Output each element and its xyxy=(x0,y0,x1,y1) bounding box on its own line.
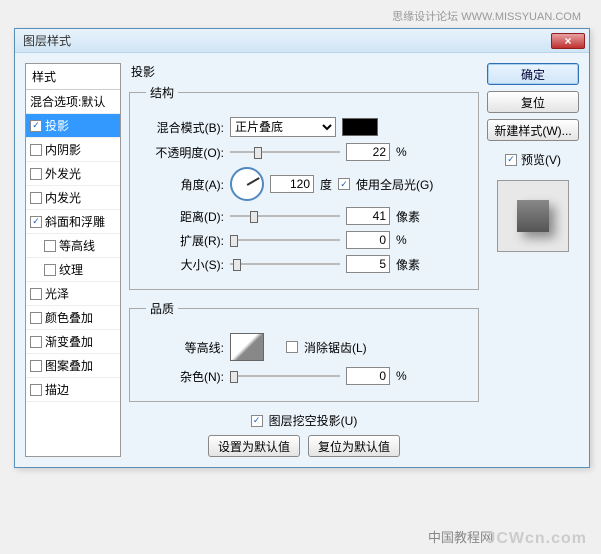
main-panel: 投影 结构 混合模式(B): 正片叠底 不透明度(O): % xyxy=(129,63,479,457)
style-item-label: 渐变叠加 xyxy=(45,333,93,350)
watermark-bottom-en: JCWcn.com xyxy=(486,530,587,548)
style-item-outer-glow[interactable]: 外发光 xyxy=(26,162,120,186)
section-title: 投影 xyxy=(129,63,479,80)
style-list: 样式 混合选项:默认 投影 内阴影 外发光 内发光 斜面和浮雕 xyxy=(25,63,121,457)
cancel-button[interactable]: 复位 xyxy=(487,91,579,113)
checkbox-icon[interactable] xyxy=(44,240,56,252)
checkbox-icon[interactable] xyxy=(30,144,42,156)
checkbox-icon[interactable] xyxy=(30,336,42,348)
checkbox-icon[interactable] xyxy=(30,120,42,132)
style-item-inner-shadow[interactable]: 内阴影 xyxy=(26,138,120,162)
size-label: 大小(S): xyxy=(146,256,224,273)
unit-px: 像素 xyxy=(396,256,422,273)
ok-button[interactable]: 确定 xyxy=(487,63,579,85)
style-item-label: 内发光 xyxy=(45,189,81,206)
new-style-button[interactable]: 新建样式(W)... xyxy=(487,119,579,141)
noise-label: 杂色(N): xyxy=(146,368,224,385)
knockout-label: 图层挖空投影(U) xyxy=(269,412,358,429)
style-item-label: 投影 xyxy=(45,117,69,134)
checkbox-icon[interactable] xyxy=(44,264,56,276)
unit-percent: % xyxy=(396,233,422,247)
blend-mode-select[interactable]: 正片叠底 xyxy=(230,117,336,137)
knockout-checkbox[interactable] xyxy=(251,415,263,427)
checkbox-icon[interactable] xyxy=(30,192,42,204)
contour-label: 等高线: xyxy=(146,339,224,356)
quality-group: 品质 等高线: 消除锯齿(L) 杂色(N): % xyxy=(129,300,479,402)
spread-input[interactable] xyxy=(346,231,390,249)
blend-mode-label: 混合模式(B): xyxy=(146,119,224,136)
spread-slider[interactable] xyxy=(230,233,340,247)
style-item-label: 描边 xyxy=(45,381,69,398)
size-input[interactable] xyxy=(346,255,390,273)
angle-dial[interactable] xyxy=(230,167,264,201)
checkbox-icon[interactable] xyxy=(30,360,42,372)
watermark-top: 思缘设计论坛 WWW.MISSYUAN.COM xyxy=(392,8,581,24)
structure-group: 结构 混合模式(B): 正片叠底 不透明度(O): % 角度(A): xyxy=(129,84,479,290)
close-button[interactable]: × xyxy=(551,33,585,49)
preview-label: 预览(V) xyxy=(521,151,561,168)
style-item-label: 图案叠加 xyxy=(45,357,93,374)
distance-label: 距离(D): xyxy=(146,208,224,225)
angle-label: 角度(A): xyxy=(146,176,224,193)
checkbox-icon[interactable] xyxy=(30,384,42,396)
style-item-label: 光泽 xyxy=(45,285,69,302)
distance-input[interactable] xyxy=(346,207,390,225)
style-list-header[interactable]: 样式 xyxy=(26,64,120,90)
layer-style-dialog: 图层样式 × 样式 混合选项:默认 投影 内阴影 外发光 内发光 xyxy=(14,28,590,468)
opacity-label: 不透明度(O): xyxy=(146,144,224,161)
opacity-slider[interactable] xyxy=(230,145,340,159)
color-swatch[interactable] xyxy=(342,118,378,136)
preview-box xyxy=(497,180,569,252)
preview-checkbox[interactable] xyxy=(505,154,517,166)
style-item-contour[interactable]: 等高线 xyxy=(26,234,120,258)
style-item-bevel[interactable]: 斜面和浮雕 xyxy=(26,210,120,234)
style-item-label: 斜面和浮雕 xyxy=(45,213,105,230)
watermark-bottom-cn: 中国教程网 xyxy=(428,527,493,546)
unit-percent: % xyxy=(396,369,422,383)
checkbox-icon[interactable] xyxy=(30,216,42,228)
style-item-gradient-overlay[interactable]: 渐变叠加 xyxy=(26,330,120,354)
spread-label: 扩展(R): xyxy=(146,232,224,249)
style-item-texture[interactable]: 纹理 xyxy=(26,258,120,282)
structure-legend: 结构 xyxy=(146,84,178,101)
style-item-label: 颜色叠加 xyxy=(45,309,93,326)
reset-default-button[interactable]: 复位为默认值 xyxy=(308,435,400,457)
style-item-satin[interactable]: 光泽 xyxy=(26,282,120,306)
dialog-title: 图层样式 xyxy=(23,32,71,49)
noise-input[interactable] xyxy=(346,367,390,385)
contour-picker[interactable] xyxy=(230,333,264,361)
checkbox-icon[interactable] xyxy=(30,288,42,300)
opacity-input[interactable] xyxy=(346,143,390,161)
titlebar[interactable]: 图层样式 × xyxy=(15,29,589,53)
global-light-checkbox[interactable] xyxy=(338,178,350,190)
size-slider[interactable] xyxy=(230,257,340,271)
unit-px: 像素 xyxy=(396,208,422,225)
blending-options-row[interactable]: 混合选项:默认 xyxy=(26,90,120,114)
style-item-stroke[interactable]: 描边 xyxy=(26,378,120,402)
set-default-button[interactable]: 设置为默认值 xyxy=(208,435,300,457)
style-item-inner-glow[interactable]: 内发光 xyxy=(26,186,120,210)
angle-input[interactable] xyxy=(270,175,314,193)
sidebar: 确定 复位 新建样式(W)... 预览(V) xyxy=(487,63,579,457)
unit-degree: 度 xyxy=(320,176,332,193)
checkbox-icon[interactable] xyxy=(30,168,42,180)
quality-legend: 品质 xyxy=(146,300,178,317)
antialias-checkbox[interactable] xyxy=(286,341,298,353)
style-item-label: 等高线 xyxy=(59,237,95,254)
noise-slider[interactable] xyxy=(230,369,340,383)
style-item-label: 纹理 xyxy=(59,261,83,278)
style-item-label: 外发光 xyxy=(45,165,81,182)
style-item-color-overlay[interactable]: 颜色叠加 xyxy=(26,306,120,330)
checkbox-icon[interactable] xyxy=(30,312,42,324)
style-item-drop-shadow[interactable]: 投影 xyxy=(26,114,120,138)
distance-slider[interactable] xyxy=(230,209,340,223)
unit-percent: % xyxy=(396,145,422,159)
antialias-label: 消除锯齿(L) xyxy=(304,339,367,356)
global-light-label: 使用全局光(G) xyxy=(356,176,433,193)
style-item-label: 内阴影 xyxy=(45,141,81,158)
style-item-pattern-overlay[interactable]: 图案叠加 xyxy=(26,354,120,378)
preview-swatch xyxy=(517,200,549,232)
